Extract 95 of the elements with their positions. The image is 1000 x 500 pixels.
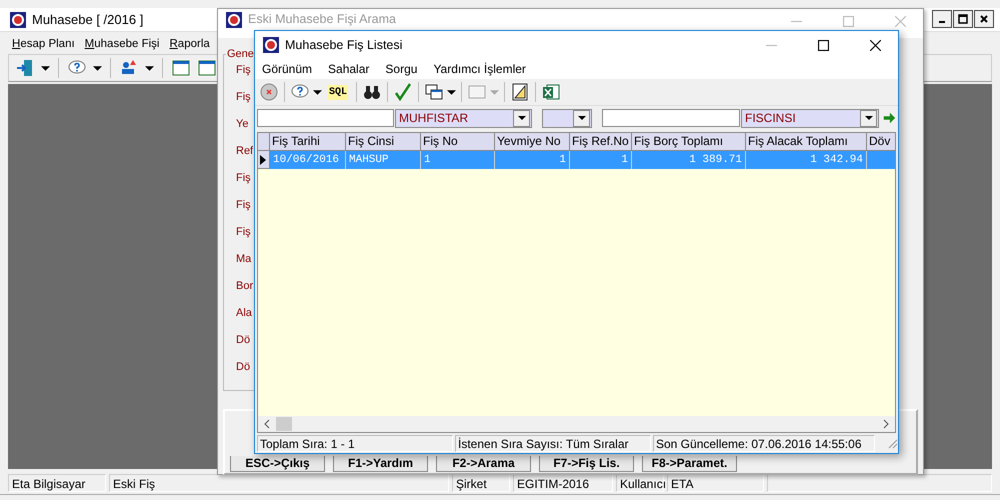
close-icon [894, 16, 906, 26]
exit-door-icon[interactable] [15, 58, 35, 78]
close-button[interactable] [974, 10, 994, 28]
table-cell: 10/06/2016 [270, 151, 346, 169]
minimize-icon [939, 20, 945, 22]
minimize-button[interactable] [932, 10, 952, 28]
status-panel: EGITIM-2016 [513, 474, 613, 492]
field-label: Ma [236, 252, 252, 266]
status-panel: Toplam Sıra: 1 - 1 [257, 434, 453, 452]
table-cell: 1 389.71 [632, 151, 746, 169]
field-label: Dö [236, 360, 252, 374]
table-cell: MAHSUP [346, 151, 421, 169]
horizontal-scrollbar[interactable] [258, 416, 895, 432]
field-label: Ye [236, 117, 250, 131]
field-label: Ref [236, 144, 254, 158]
function-key-button[interactable]: F8->Paramet. [642, 456, 737, 472]
maximize-icon [958, 14, 968, 24]
column-header[interactable]: Fiş Tarihi [270, 133, 346, 151]
field-label: Fiş [236, 198, 252, 212]
filter-dropdown[interactable]: FISCINSI [741, 108, 879, 128]
filter-input[interactable] [602, 109, 740, 127]
field-label: Fiş [236, 90, 252, 104]
table-cell: 1 [495, 151, 570, 169]
go-arrow-icon[interactable] [882, 111, 896, 125]
caret-icon[interactable] [447, 90, 456, 94]
function-key-button[interactable]: ESC->Çıkış [230, 456, 325, 472]
field-label: Fiş [236, 63, 252, 77]
field-label: Fiş [236, 171, 252, 185]
caret-icon [490, 90, 500, 94]
field-label: Bor [236, 279, 254, 293]
maximize-icon [842, 16, 854, 26]
close-icon [870, 40, 880, 50]
caret-icon [864, 116, 872, 120]
window-title: Muhasebe [ /2016 ] [32, 12, 144, 27]
function-key-button[interactable]: F2->Arama [436, 456, 531, 472]
menu-item[interactable]: Raporla [169, 38, 210, 50]
close-icon [979, 14, 989, 24]
menu-item[interactable]: Sahalar [328, 62, 370, 76]
table-cell: 1 342.94 [746, 151, 867, 169]
field-label: Ala [236, 306, 253, 320]
column-header[interactable]: Döv [867, 133, 895, 151]
windows-icon[interactable] [424, 82, 444, 102]
table-cell: 1 [421, 151, 495, 169]
caret-icon[interactable] [41, 66, 50, 70]
field-label: Dö [236, 333, 252, 347]
menu-item[interactable]: Hesap Planı [12, 38, 75, 50]
check-icon[interactable] [393, 82, 414, 102]
app-logo-icon [10, 12, 26, 28]
ruler-document-icon[interactable] [510, 82, 530, 102]
menu-item[interactable]: Yardımcı İşlemler [433, 62, 526, 76]
status-panel: Şirket [452, 474, 510, 492]
status-panel: ETA [667, 474, 764, 492]
column-header[interactable]: Fiş Cinsi [346, 133, 421, 151]
status-panel: Son Güncelleme: 07.06.2016 14:55:06 [653, 434, 875, 452]
menu-item[interactable]: Muhasebe Fişi [84, 38, 160, 50]
table-cell: 1 [570, 151, 632, 169]
column-header[interactable]: Yevmiye No [495, 133, 570, 151]
window-icon[interactable] [197, 58, 217, 78]
menu-item[interactable]: Sorgu [385, 62, 418, 76]
caret-icon [578, 116, 586, 120]
column-header[interactable]: Fiş No [421, 133, 495, 151]
row-pointer-icon [260, 154, 266, 164]
menu-item[interactable]: Görünüm [262, 62, 312, 76]
sql-button[interactable]: SQL [328, 84, 348, 100]
resize-grip-icon[interactable] [886, 437, 898, 449]
app-logo-icon [226, 12, 242, 28]
caret-icon [518, 116, 526, 120]
status-panel: Kullanıcı [616, 474, 664, 492]
maximize-icon [818, 40, 828, 50]
scroll-left-icon[interactable] [264, 419, 270, 429]
maximize-button[interactable] [953, 10, 973, 28]
status-panel: Eski Fiş [109, 474, 449, 492]
window-title: Muhasebe Fiş Listesi [285, 38, 404, 52]
table-cell [867, 151, 895, 169]
status-panel: İstenen Sıra Sayısı: Tüm Sıralar [455, 434, 651, 452]
spreadsheet-icon[interactable] [541, 82, 562, 102]
column-header[interactable]: Fiş Alacak Toplamı [746, 133, 867, 151]
function-key-button[interactable]: F1->Yardım [333, 456, 428, 472]
stop-icon[interactable] [259, 82, 279, 102]
scroll-right-icon[interactable] [883, 419, 889, 429]
field-label: Fiş [236, 225, 252, 239]
column-header[interactable]: Fiş Borç Toplamı [632, 133, 746, 151]
filter-dropdown[interactable]: MUHFISTAR [395, 108, 532, 128]
filter-dropdown[interactable] [542, 108, 592, 128]
window-title: Eski Muhasebe Fişi Arama [248, 12, 397, 26]
caret-icon[interactable] [145, 66, 154, 70]
filter-input[interactable] [257, 109, 394, 127]
app-logo-icon [263, 37, 279, 53]
scroll-thumb[interactable] [276, 417, 292, 431]
window-icon[interactable] [171, 58, 191, 78]
column-header[interactable]: Fiş Ref.No [570, 133, 632, 151]
caret-icon[interactable] [313, 90, 322, 94]
caret-icon[interactable] [93, 66, 102, 70]
function-key-button[interactable]: F7->Fiş Lis. [539, 456, 634, 472]
status-panel: Eta Bilgisayar [8, 474, 106, 492]
